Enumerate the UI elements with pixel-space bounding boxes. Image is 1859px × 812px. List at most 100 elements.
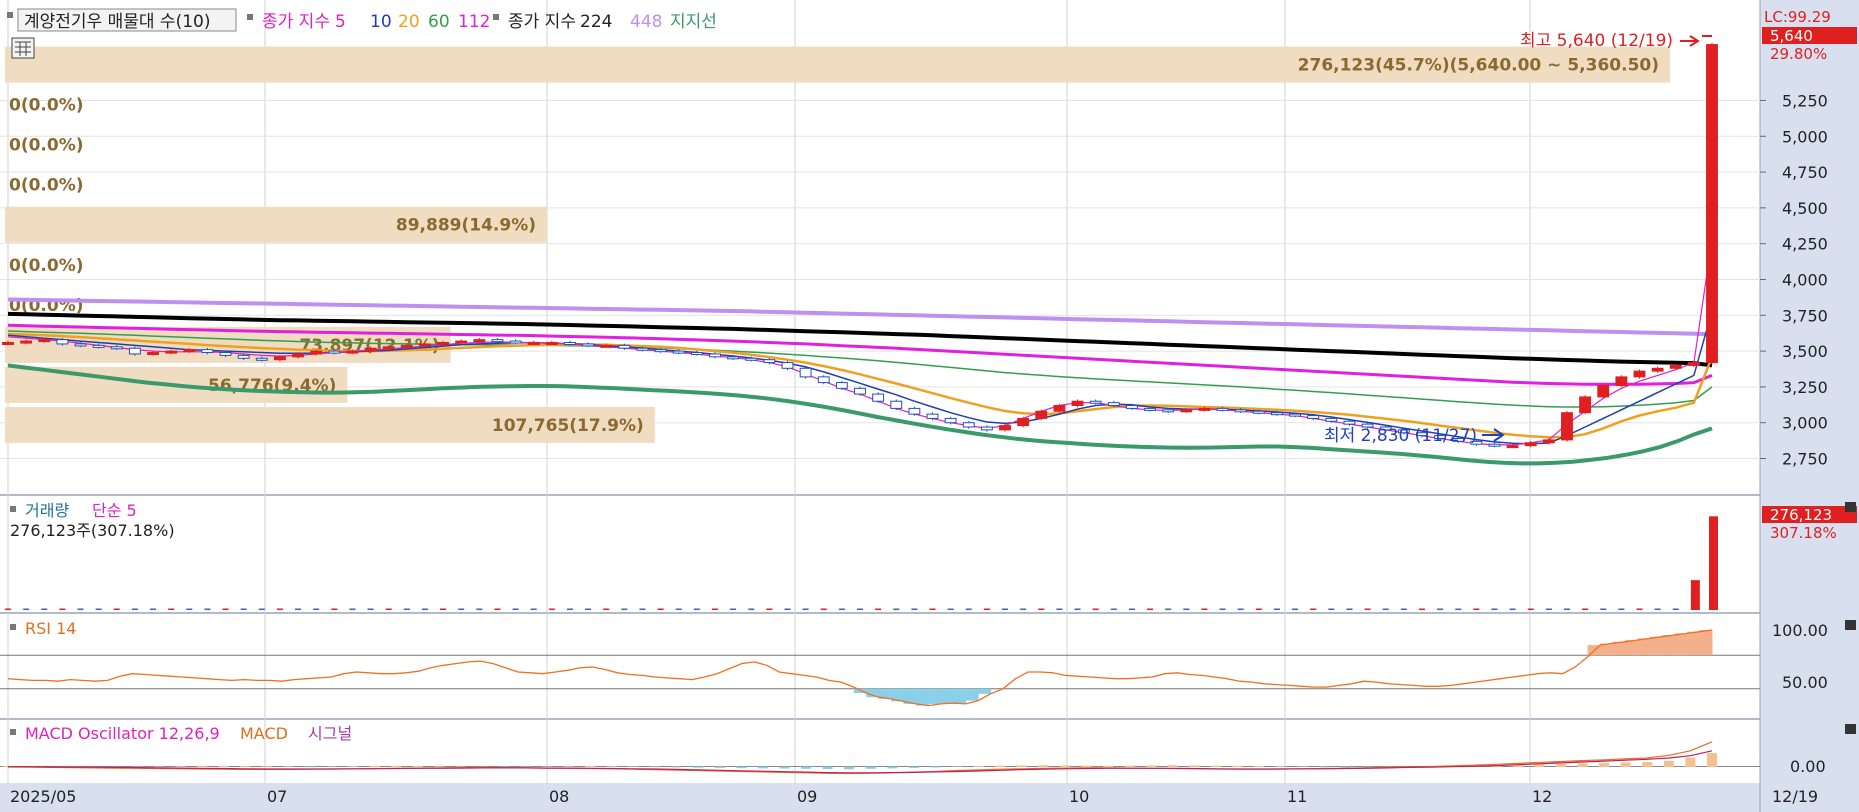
macd-osc-bar — [1642, 762, 1653, 767]
current-price: 5,640 — [1770, 27, 1813, 45]
x-axis-end-label: 12/19 — [1772, 787, 1818, 806]
macd-legend-osc[interactable]: MACD Oscillator 12,26,9 — [25, 724, 220, 743]
long-ma-prefix[interactable]: 종가 지수 — [508, 12, 576, 32]
candle-body — [1035, 410, 1048, 419]
close-icon[interactable] — [1845, 724, 1856, 734]
legend-marker — [10, 729, 16, 735]
x-axis-label: 12 — [1532, 787, 1552, 806]
volume-bar — [1473, 608, 1480, 610]
volume-bar — [168, 608, 175, 610]
candle-body — [38, 339, 51, 343]
candle-body — [999, 425, 1011, 431]
close-icon[interactable] — [1845, 620, 1856, 630]
table-icon[interactable] — [11, 37, 35, 59]
macd-osc-bar — [844, 766, 855, 770]
macd-osc-bar — [952, 766, 963, 767]
macd-osc-bar — [650, 766, 661, 768]
close-icon[interactable] — [1845, 502, 1856, 512]
stock-label[interactable]: 계양전기우 매물대 수(10) — [24, 12, 210, 32]
candle-body — [1488, 443, 1501, 447]
rsi-overbought-fill — [1674, 633, 1688, 656]
price-tick-label: 4,750 — [1782, 163, 1828, 182]
candle-body — [1307, 415, 1320, 419]
volume-bar — [458, 608, 465, 610]
volume-bar — [711, 608, 718, 610]
candle-body — [1542, 439, 1555, 444]
volume-bar — [530, 608, 537, 610]
price-tick-label: 4,500 — [1782, 199, 1828, 218]
volume-profile-label: 89,889(14.9%) — [396, 216, 536, 236]
ma112-label[interactable]: 112 — [458, 12, 490, 32]
ma10-label[interactable]: 10 — [370, 12, 392, 32]
volume-bar — [186, 608, 193, 610]
volume-bar — [150, 608, 157, 610]
price-tick-label: 5,000 — [1782, 127, 1828, 146]
macd-osc-bar — [1340, 766, 1351, 768]
candle-body — [2, 342, 14, 346]
macd-osc-bar — [585, 766, 596, 767]
volume-bar — [113, 608, 120, 610]
volume-bar — [23, 608, 30, 610]
ma20-label[interactable]: 20 — [398, 12, 420, 32]
ma448-label[interactable]: 448 — [630, 12, 662, 32]
x-axis-label: 07 — [267, 787, 287, 806]
candle-body — [1325, 417, 1338, 422]
macd-osc-bar — [434, 766, 445, 767]
macd-osc-bar — [1016, 765, 1027, 767]
volume-bar — [421, 608, 428, 610]
volume-bar — [1147, 608, 1154, 610]
macd-osc-bar — [455, 766, 466, 767]
candle-body — [908, 407, 921, 415]
ma224-label[interactable]: 224 — [580, 12, 612, 32]
ma-prefix[interactable]: 종가 지수 — [262, 12, 330, 32]
support-label[interactable]: 지지선 — [670, 12, 717, 32]
volume-bar — [1709, 516, 1718, 610]
macd-osc-bar — [1685, 757, 1696, 767]
x-axis-label: 09 — [797, 787, 817, 806]
price-tick-label: 3,250 — [1782, 378, 1828, 397]
candle-body — [781, 362, 794, 369]
volume-legend-name[interactable]: 거래량 — [25, 501, 69, 520]
volume-bar — [349, 608, 356, 610]
macd-osc-bar — [822, 766, 833, 770]
macd-osc-bar — [1146, 765, 1157, 767]
candle-body — [926, 413, 939, 419]
macd-legend-signal[interactable]: 시그널 — [308, 724, 352, 743]
macd-osc-bar — [1124, 765, 1135, 767]
rsi-oversold-fill — [940, 688, 954, 704]
volume-legend-ma[interactable]: 단순 5 — [92, 501, 137, 520]
candle-body — [618, 344, 631, 349]
candle-body — [183, 349, 196, 353]
volume-axis-pct: 307.18% — [1770, 524, 1837, 542]
candle-body — [1289, 413, 1302, 417]
candle-body — [382, 346, 395, 350]
price-tick-label: 2,750 — [1782, 450, 1828, 469]
macd-osc-bar — [1103, 765, 1114, 767]
candle-body — [1579, 396, 1592, 414]
volume-bar — [585, 608, 592, 610]
macd-legend-macd[interactable]: MACD — [240, 724, 288, 743]
ma60-label[interactable]: 60 — [428, 12, 450, 32]
volume-summary: 276,123주(307.18%) — [10, 521, 175, 540]
volume-bar — [838, 608, 845, 610]
volume-bar — [1455, 608, 1462, 610]
volume-bar — [1654, 608, 1661, 610]
volume-bar — [1255, 608, 1262, 610]
macd-osc-bar — [391, 765, 402, 767]
volume-bar — [1509, 608, 1516, 610]
candle-body — [582, 343, 595, 347]
rsi-legend[interactable]: RSI 14 — [25, 619, 76, 638]
candle-body — [817, 376, 830, 384]
ma5-label[interactable]: 5 — [335, 12, 346, 32]
candle-body — [1270, 412, 1283, 416]
volume-bar — [1636, 608, 1643, 610]
candle-body — [364, 347, 377, 352]
volume-bar — [603, 608, 610, 610]
volume-bar — [911, 608, 918, 610]
candle-body — [564, 342, 576, 346]
macd-osc-bar — [757, 766, 768, 769]
macd-osc-bar — [1556, 763, 1567, 767]
volume-bar — [1002, 608, 1009, 610]
macd-osc-bar — [348, 766, 359, 767]
volume-bar — [1582, 608, 1589, 610]
